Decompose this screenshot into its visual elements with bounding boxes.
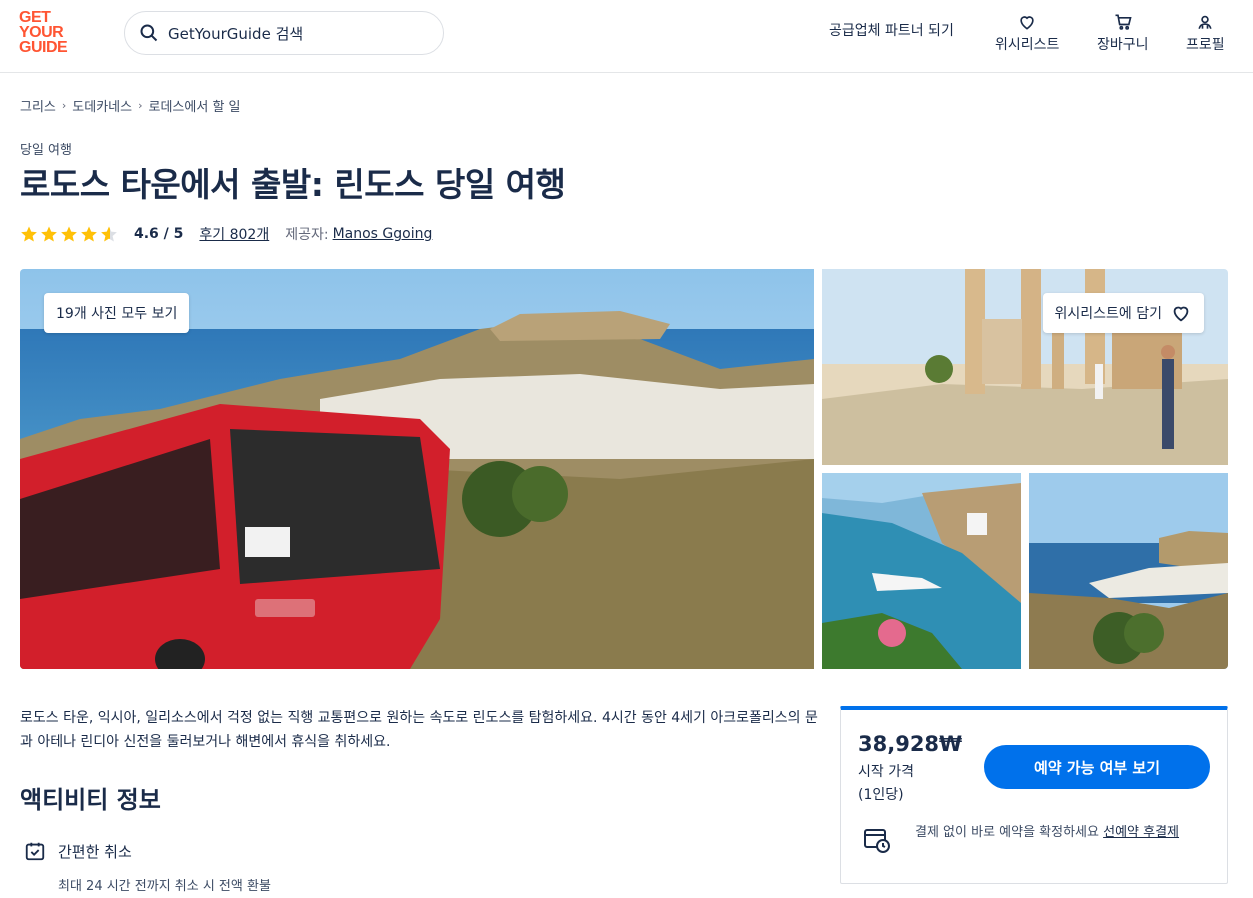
reserve-now-pay-later: 결제 없이 바로 예약을 확정하세요 선예약 후결제: [863, 822, 1213, 854]
price-per-person: (1인당): [858, 787, 904, 803]
calendar-check-icon: [25, 842, 45, 861]
bay-photo[interactable]: [822, 473, 1021, 669]
chevron-right-icon: ›: [61, 99, 67, 112]
reviews-link[interactable]: 후기 802개: [199, 224, 269, 244]
breadcrumb-item[interactable]: 로데스에서 할 일: [149, 96, 241, 115]
top-header: GET YOUR GUIDE GetYourGuide 검색 공급업체 파트너 …: [0, 0, 1253, 73]
reserve-description: 결제 없이 바로 예약을 확정하세요: [915, 825, 1104, 840]
cart-nav-label: 장바구니: [1097, 37, 1149, 53]
add-to-wishlist-label: 위시리스트에 담기: [1054, 306, 1163, 322]
star-icon: [81, 226, 97, 242]
profile-nav-label: 프로필: [1186, 37, 1225, 53]
star-rating: [20, 225, 118, 243]
profile-icon: [1198, 15, 1212, 29]
cart-nav[interactable]: 장바구니: [1097, 12, 1149, 54]
reserve-text: 결제 없이 바로 예약을 확정하세요 선예약 후결제: [915, 822, 1179, 843]
wishlist-nav-label: 위시리스트: [995, 37, 1060, 53]
activity-description: 로도스 타운, 익시아, 일리소스에서 걱정 없는 직행 교통편으로 원하는 속…: [20, 710, 818, 750]
search-input[interactable]: GetYourGuide 검색: [124, 11, 444, 55]
free-cancellation-feature: 간편한 취소: [24, 840, 132, 862]
provider-link[interactable]: Manos Ggoing: [333, 226, 433, 242]
cart-icon: [1115, 14, 1132, 30]
lindos-view-photo[interactable]: [1029, 473, 1228, 669]
star-icon: [61, 226, 77, 242]
half-star-icon: [101, 226, 117, 242]
wishlist-nav[interactable]: 위시리스트: [995, 12, 1059, 54]
search-icon: [140, 24, 158, 42]
breadcrumb: 그리스 › 도데카네스 › 로데스에서 할 일: [20, 96, 241, 115]
logo-line-3: GUIDE: [19, 39, 68, 56]
price-from-label: 시작 가격: [858, 764, 914, 780]
search-placeholder: GetYourGuide 검색: [168, 24, 304, 43]
temple-photo[interactable]: 위시리스트에 담기: [822, 269, 1228, 465]
all-photos-button[interactable]: 19개 사진 모두 보기: [44, 293, 190, 333]
reserve-link[interactable]: 선예약 후결제: [1103, 825, 1179, 840]
rating-value: 4.6 / 5: [134, 226, 184, 242]
activity-info-title: 액티비티 정보: [20, 786, 161, 814]
getyourguide-logo[interactable]: GET YOUR GUIDE: [19, 9, 79, 56]
check-availability-button[interactable]: 예약 가능 여부 보기: [984, 745, 1210, 789]
main-photo[interactable]: 19개 사진 모두 보기: [20, 269, 814, 669]
rating-row: 4.6 / 5 후기 802개 제공자: Manos Ggoing: [20, 224, 432, 244]
profile-nav[interactable]: 프로필: [1186, 12, 1225, 54]
provider-label: 제공자:: [285, 227, 329, 243]
activity-category: 당일 여행: [20, 143, 72, 158]
chevron-right-icon: ›: [138, 99, 143, 112]
price: 38,928₩: [858, 732, 963, 756]
feature-subtitle: 최대 24 시간 전까지 취소 시 전액 환불: [58, 879, 271, 894]
breadcrumb-item[interactable]: 그리스: [20, 96, 56, 115]
star-icon: [41, 226, 57, 242]
add-to-wishlist-button[interactable]: 위시리스트에 담기: [1042, 293, 1204, 333]
booking-card: 38,928₩ 시작 가격 (1인당) 예약 가능 여부 보기 결제 없이 바로…: [840, 706, 1228, 884]
heart-icon: [1173, 306, 1189, 322]
heart-icon: [1020, 16, 1034, 30]
breadcrumb-item[interactable]: 도데카네스: [72, 96, 132, 115]
star-icon: [21, 226, 37, 242]
logo-line-2: YOUR: [19, 24, 64, 41]
partner-link[interactable]: 공급업체 파트너 되기: [829, 20, 954, 40]
logo-line-1: GET: [19, 9, 51, 26]
feature-title: 간편한 취소: [58, 842, 132, 861]
page-title: 로도스 타운에서 출발: 린도스 당일 여행: [20, 165, 566, 204]
calendar-clock-icon: [864, 829, 890, 853]
